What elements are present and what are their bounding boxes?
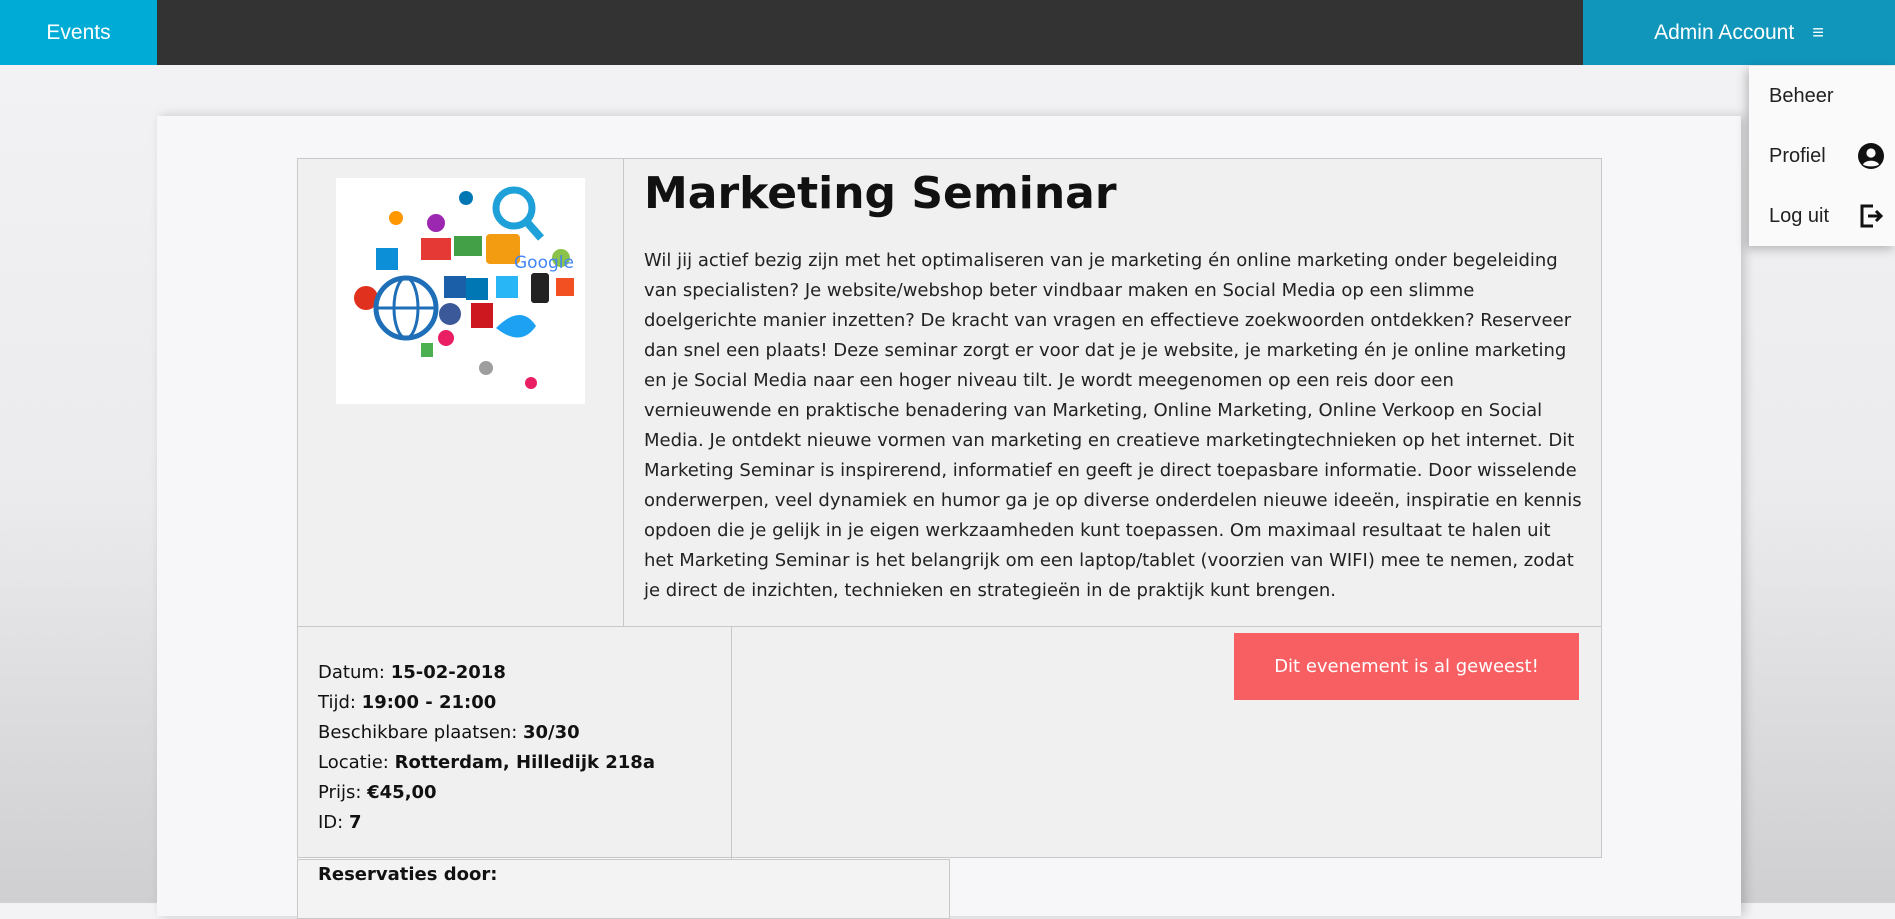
event-details: Datum: 15-02-2018 Tijd: 19:00 - 21:00 Be… [318,658,655,838]
hamburger-icon: ≡ [1812,21,1824,44]
menu-item-log-uit[interactable]: Log uit [1769,198,1885,234]
account-dropdown-menu: Beheer Profiel Log uit [1749,66,1895,246]
event-past-button[interactable]: Dit evenement is al geweest! [1234,633,1579,700]
date-value: 15-02-2018 [390,662,506,683]
marketing-icons-cloud-image: Google [354,186,574,389]
seats-row: Beschikbare plaatsen: 30/30 [318,718,655,748]
time-value: 19:00 - 21:00 [361,692,497,713]
id-row: ID: 7 [318,808,655,838]
logout-icon [1860,204,1884,228]
menu-item-label: Beheer [1769,84,1834,107]
svg-text:Google: Google [514,253,574,273]
price-value: €45,00 [367,782,437,803]
event-image: Google [336,178,585,404]
events-brand-link[interactable]: Events [0,0,157,65]
account-label: Admin Account [1654,20,1795,44]
time-label: Tijd: [318,692,356,713]
price-label: Prijs: [318,782,362,803]
location-value: Rotterdam, Hilledijk 218a [394,752,655,773]
reservations-label: Reservaties door: [318,864,498,885]
event-description: Wil jij actief bezig zijn met het optima… [644,250,1582,601]
date-row: Datum: 15-02-2018 [318,658,655,688]
menu-item-label: Log uit [1769,204,1830,227]
seats-label: Beschikbare plaatsen: [318,722,518,743]
menu-item-label: Profiel [1769,144,1826,167]
location-row: Locatie: Rotterdam, Hilledijk 218a [318,748,655,778]
menu-item-beheer[interactable]: Beheer [1769,78,1885,114]
id-label: ID: [318,812,344,833]
top-navbar: Events Admin Account ≡ [0,0,1895,65]
menu-item-profiel[interactable]: Profiel [1769,138,1885,174]
user-circle-icon [1858,143,1884,169]
price-row: Prijs: €45,00 [318,778,655,808]
seats-value: 30/30 [523,722,580,743]
date-label: Datum: [318,662,385,683]
event-title: Marketing Seminar [644,168,1117,219]
time-row: Tijd: 19:00 - 21:00 [318,688,655,718]
location-label: Locatie: [318,752,389,773]
id-value: 7 [348,812,362,833]
admin-account-menu-button[interactable]: Admin Account ≡ [1583,0,1895,65]
